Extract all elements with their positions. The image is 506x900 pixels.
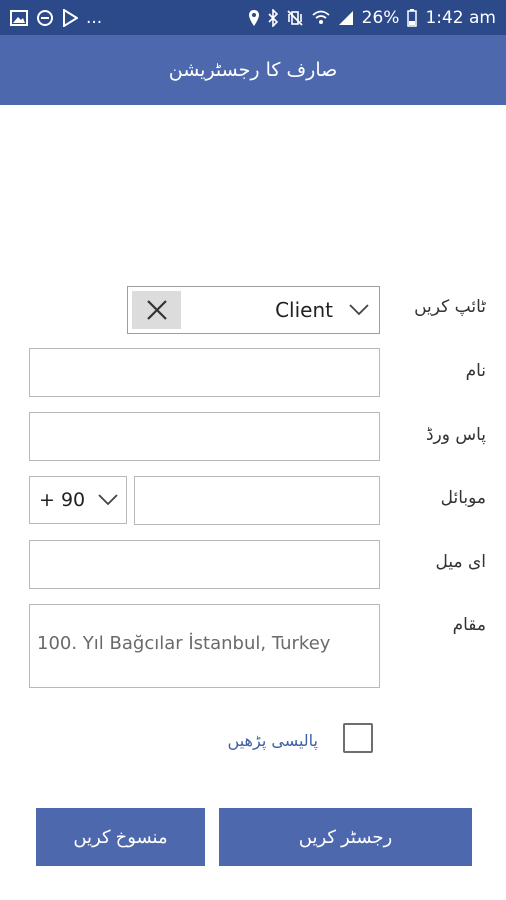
country-code-value: + 90 <box>39 489 86 511</box>
status-bar-left: ... <box>10 8 102 28</box>
password-input[interactable] <box>29 412 380 461</box>
read-policy-link[interactable]: پالیسی پڑھیں <box>228 731 318 750</box>
chat-bubble-icon <box>36 9 54 27</box>
password-label: پاس ورڈ <box>425 425 486 445</box>
email-input[interactable] <box>29 540 380 589</box>
wifi-icon <box>312 9 330 27</box>
name-label: نام <box>465 361 486 381</box>
location-label: مقام <box>452 615 486 635</box>
name-input[interactable] <box>29 348 380 397</box>
status-overflow: ... <box>86 7 103 28</box>
status-bar-right: 26% 1:42 am <box>248 8 496 28</box>
signal-icon <box>338 9 354 27</box>
status-time: 1:42 am <box>425 7 496 28</box>
vibrate-mute-icon <box>286 9 304 27</box>
app-bar: صارف کا رجسٹریشن <box>0 35 506 105</box>
battery-icon <box>407 8 418 27</box>
chevron-down-icon <box>98 494 118 506</box>
mobile-input[interactable] <box>134 476 380 525</box>
image-icon <box>10 9 28 27</box>
email-label: ای میل <box>435 552 486 572</box>
battery-percent: 26% <box>361 7 400 28</box>
policy-checkbox[interactable] <box>343 723 373 753</box>
status-bar: ... 26% 1:42 am <box>0 0 506 35</box>
type-select[interactable]: Client <box>127 286 380 334</box>
type-select-value: Client <box>275 298 333 322</box>
register-button[interactable]: رجسٹر کریں <box>219 808 472 866</box>
play-store-icon <box>62 8 78 27</box>
cancel-button[interactable]: منسوخ کریں <box>36 808 205 866</box>
location-field[interactable]: 100. Yıl Bağcılar İstanbul, Turkey <box>29 604 380 688</box>
type-label: ٹائپ کریں <box>414 297 486 317</box>
bluetooth-icon <box>268 8 278 27</box>
country-code-select[interactable]: + 90 <box>29 476 127 524</box>
clear-selection-button[interactable] <box>132 291 181 329</box>
close-icon <box>146 300 167 320</box>
chevron-down-icon <box>349 304 369 316</box>
location-pin-icon <box>248 9 260 27</box>
location-value: 100. Yıl Bağcılar İstanbul, Turkey <box>37 633 331 654</box>
mobile-label: موبائل <box>440 488 486 508</box>
page-title: صارف کا رجسٹریشن <box>168 59 338 81</box>
